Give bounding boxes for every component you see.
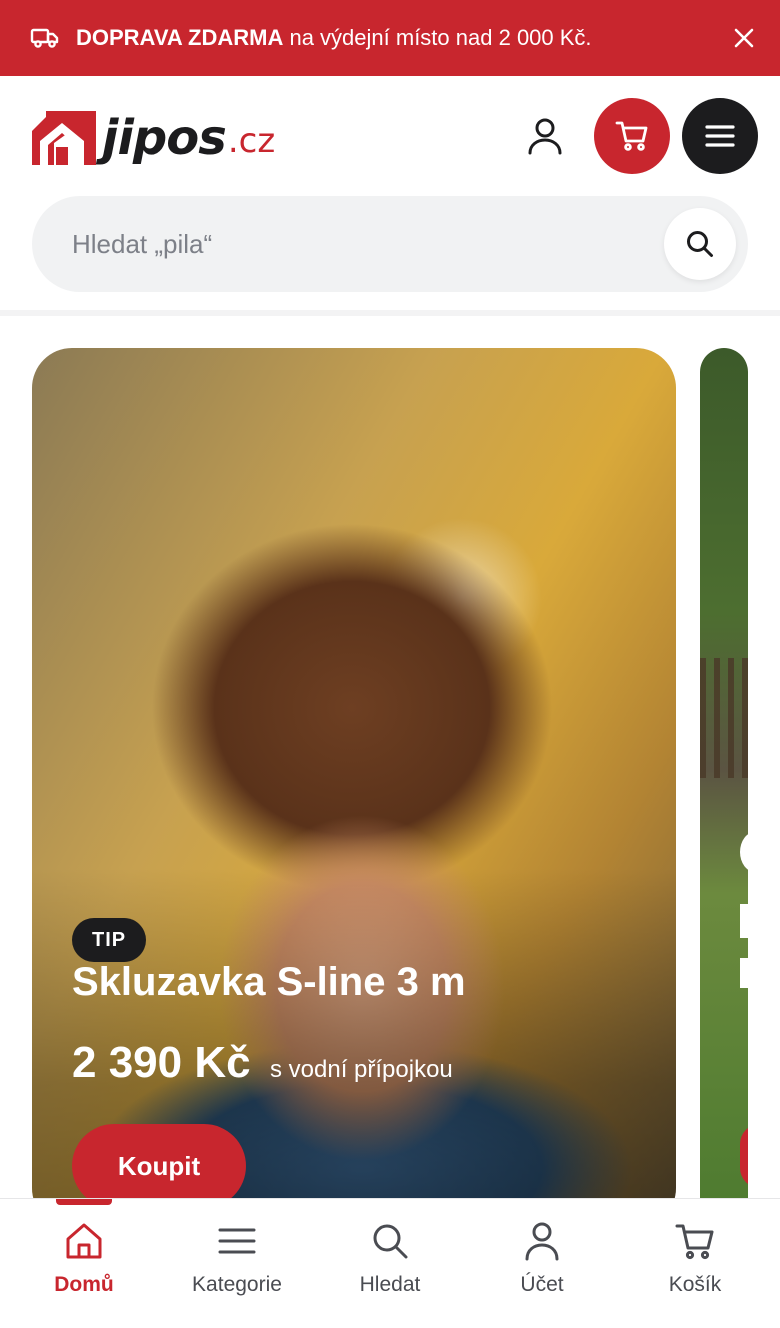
slide-badge-partial [740,832,748,872]
search-button[interactable] [664,208,736,280]
nav-label-home: Domů [54,1273,114,1296]
list-icon [215,1219,259,1263]
close-promo-button[interactable] [722,16,766,60]
nav-item-categories[interactable]: Kategorie [162,1219,312,1319]
carousel-slide[interactable]: TIP Skluzavka S-line 3 m 2 390 Kč s vodn… [32,348,676,1200]
nav-item-search[interactable]: Hledat [315,1219,465,1319]
bottom-nav: Domů Kategorie Hledat Účet Košík [0,1198,780,1328]
promo-text-bold: DOPRAVA ZDARMA [76,25,284,50]
menu-button[interactable] [682,98,758,174]
site-logo[interactable]: jipos .cz [32,108,275,168]
nav-label-account: Účet [520,1273,564,1296]
nav-item-account[interactable]: Účet [467,1219,617,1319]
promo-carousel[interactable]: TIP Skluzavka S-line 3 m 2 390 Kč s vodn… [0,322,780,1200]
user-icon [520,1219,564,1263]
slide-fence-image [700,658,748,778]
logo-house-icon [32,111,96,165]
cart-button[interactable] [594,98,670,174]
cart-icon [673,1219,717,1263]
nav-label-search: Hledat [359,1273,421,1296]
site-header: jipos .cz [0,76,780,316]
active-tab-indicator [56,1199,112,1205]
slide-note: s vodní přípojkou [270,1056,453,1083]
tip-badge: TIP [72,918,147,962]
close-icon [734,28,754,48]
logo-tld: .cz [227,121,276,161]
slide-title-partial [740,904,748,938]
slide-price: 2 390 Kč [72,1038,251,1087]
user-icon [528,118,562,155]
search-input[interactable] [72,196,652,292]
nav-item-cart[interactable]: Košík [620,1219,770,1319]
search-bar [32,196,748,292]
buy-button[interactable]: Koupit [72,1124,246,1200]
promo-text: DOPRAVA ZDARMA na výdejní místo nad 2 00… [76,0,592,76]
cart-icon [615,121,648,151]
hamburger-icon [705,125,735,147]
truck-icon [30,26,60,50]
nav-label-cart: Košík [668,1273,722,1296]
nav-label-categories: Kategorie [192,1273,282,1296]
slide-button-partial[interactable] [740,1124,748,1188]
slide-title: Skluzavka S-line 3 m [72,960,466,1004]
nav-item-home[interactable]: Domů [9,1219,159,1319]
account-button[interactable] [515,98,575,174]
search-icon [687,231,713,257]
home-icon [62,1219,106,1263]
logo-name: jipos [102,110,227,166]
promo-text-rest: na výdejní místo nad 2 000 Kč. [283,25,592,50]
search-icon [368,1219,412,1263]
slide-title-partial [740,958,748,988]
promo-bar: DOPRAVA ZDARMA na výdejní místo nad 2 00… [0,0,780,76]
carousel-slide-next[interactable] [700,348,748,1200]
